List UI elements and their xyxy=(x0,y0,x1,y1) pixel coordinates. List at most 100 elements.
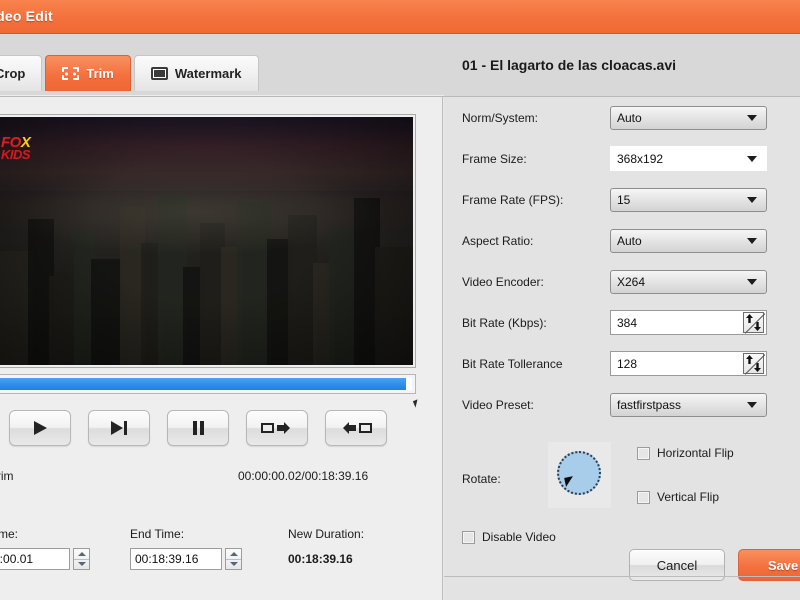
setting-row-aspect-ratio: Aspect Ratio: Auto xyxy=(444,220,800,261)
video-encoder-select[interactable]: X264 xyxy=(610,269,767,294)
vignette xyxy=(0,117,413,365)
chevron-down-icon xyxy=(747,196,757,203)
chevron-down-icon xyxy=(747,401,757,408)
horizontal-flip-label: Horizontal Flip xyxy=(657,446,734,460)
setting-row-bit-rate: Bit Rate (Kbps): 384 xyxy=(444,302,800,343)
setting-row-norm-system: Norm/System: Auto xyxy=(444,97,800,138)
aspect-ratio-label: Aspect Ratio: xyxy=(462,233,534,248)
end-time-input[interactable]: 00:18:39.16 xyxy=(130,548,222,570)
end-time-label: End Time: xyxy=(130,527,185,541)
rotate-dial-container xyxy=(548,442,611,508)
horizontal-flip-checkbox[interactable] xyxy=(637,446,650,460)
horizontal-flip-row[interactable]: Horizontal Flip xyxy=(637,446,734,460)
tab-trim[interactable]: Trim xyxy=(45,55,131,91)
frame-size-label: Frame Size: xyxy=(462,151,527,166)
setting-row-video-preset: Video Preset: fastfirstpass xyxy=(444,384,800,425)
new-duration-value: 00:18:39.16 xyxy=(288,552,353,566)
dialog-bottom-divider xyxy=(444,576,800,577)
logo-kids-text: KIDS xyxy=(1,147,31,162)
start-time-stepper[interactable] xyxy=(73,548,90,570)
video-preset-select[interactable]: fastfirstpass xyxy=(610,392,767,417)
vertical-flip-label: Vertical Flip xyxy=(657,490,720,504)
chevron-up-icon xyxy=(229,551,238,556)
seek-bar[interactable] xyxy=(0,374,416,394)
bit-rate-label: Bit Rate (Kbps): xyxy=(462,315,547,330)
chevron-down-icon xyxy=(747,278,757,285)
set-end-button[interactable] xyxy=(325,410,387,446)
new-duration-group: New Duration: 00:18:39.16 xyxy=(288,527,364,570)
bit-rate-stepper[interactable] xyxy=(743,312,764,333)
watermark-icon xyxy=(150,67,168,80)
norm-system-label: Norm/System: xyxy=(462,110,539,125)
norm-system-select[interactable]: Auto xyxy=(610,105,767,130)
setting-row-bit-rate-tolerance: Bit Rate Tollerance 128 xyxy=(444,343,800,384)
video-encoder-label: Video Encoder: xyxy=(462,274,544,289)
seek-track[interactable] xyxy=(0,378,412,390)
playback-position-text: 00:00:00.02/00:18:39.16 xyxy=(238,469,369,483)
frame-rate-select[interactable]: 15 xyxy=(610,187,767,212)
seek-progress-fill xyxy=(0,378,406,390)
rotate-dial[interactable] xyxy=(557,451,601,495)
transport-controls xyxy=(9,410,387,446)
disable-video-label: Disable Video xyxy=(482,530,556,544)
dialog-action-bar: Cancel Save xyxy=(444,549,800,595)
frame-rate-label: Frame Rate (FPS): xyxy=(462,192,564,207)
setting-row-frame-rate: Frame Rate (FPS): 15 xyxy=(444,179,800,220)
arrow-up-icon xyxy=(746,355,753,364)
start-time-input[interactable]: :00:00.01 xyxy=(0,548,70,570)
bit-rate-tolerance-value: 128 xyxy=(617,356,638,371)
bit-rate-tolerance-input[interactable]: 128 xyxy=(610,351,767,376)
video-preset-label: Video Preset: xyxy=(462,397,534,412)
next-frame-button[interactable] xyxy=(88,410,150,446)
frame-size-select[interactable]: 368x192 xyxy=(610,146,767,171)
arrow-down-icon xyxy=(754,363,761,372)
settings-pane: 01 - El lagarto de las cloacas.avi Norm/… xyxy=(444,34,800,600)
chevron-down-icon xyxy=(77,562,86,567)
tab-crop[interactable]: Crop xyxy=(0,55,43,91)
bit-rate-tolerance-stepper[interactable] xyxy=(743,353,764,374)
pause-button[interactable] xyxy=(167,410,229,446)
set-start-button[interactable] xyxy=(246,410,308,446)
tab-trim-label: Trim xyxy=(86,66,114,81)
aspect-ratio-value: Auto xyxy=(617,233,642,248)
bit-rate-input[interactable]: 384 xyxy=(610,310,767,335)
disable-video-row[interactable]: Disable Video xyxy=(462,530,556,544)
file-name-title: 01 - El lagarto de las cloacas.avi xyxy=(462,57,676,73)
vertical-flip-row[interactable]: Vertical Flip xyxy=(637,490,719,504)
start-time-label: rt Time: xyxy=(0,527,19,541)
chevron-down-icon xyxy=(229,562,238,567)
new-duration-label: New Duration: xyxy=(288,527,365,541)
chevron-down-icon xyxy=(747,237,757,244)
setting-row-video-encoder: Video Encoder: X264 xyxy=(444,261,800,302)
disable-video-checkbox[interactable] xyxy=(462,530,475,544)
arrow-down-icon xyxy=(754,322,761,331)
setting-row-frame-size: Frame Size: 368x192 xyxy=(444,138,800,179)
video-edit-window: ideo Edit Crop Trim Watermark xyxy=(0,0,800,600)
start-time-field-group: rt Time: :00:00.01 xyxy=(0,527,90,570)
mouse-cursor xyxy=(412,399,421,408)
tab-crop-label: Crop xyxy=(0,66,26,81)
play-button[interactable] xyxy=(9,410,71,446)
tab-watermark-label: Watermark xyxy=(174,66,242,81)
rotate-dial-handle-icon[interactable] xyxy=(564,476,575,487)
end-time-field-group: End Time: 00:18:39.16 xyxy=(130,527,242,570)
rotate-label: Rotate: xyxy=(462,472,501,486)
window-title-bar: ideo Edit xyxy=(0,0,800,34)
trim-section-label: Trim xyxy=(0,469,14,483)
aspect-ratio-select[interactable]: Auto xyxy=(610,228,767,253)
tab-watermark[interactable]: Watermark xyxy=(133,55,259,91)
video-preset-value: fastfirstpass xyxy=(617,397,682,412)
rotate-and-flip-block: Rotate: Horizontal Flip Vertical Flip Di… xyxy=(444,434,800,544)
video-preview-screen[interactable]: FOX KIDS xyxy=(0,117,413,365)
preview-pane: FOX KIDS im 00:00:00.02/00:18:39.16 me: … xyxy=(0,97,443,600)
video-encoder-value: X264 xyxy=(617,274,646,289)
video-preview-frame: FOX KIDS xyxy=(0,114,416,368)
file-title-bar: 01 - El lagarto de las cloacas.avi xyxy=(444,34,800,97)
end-time-stepper[interactable] xyxy=(225,548,242,570)
arrow-up-icon xyxy=(746,314,753,323)
bit-rate-tolerance-label: Bit Rate Tollerance xyxy=(462,356,563,371)
vertical-flip-checkbox[interactable] xyxy=(637,490,650,504)
fox-kids-logo: FOX KIDS xyxy=(1,135,31,162)
video-settings-form: Norm/System: Auto Frame Size: 368x192 Fr… xyxy=(444,97,800,425)
window-title: ideo Edit xyxy=(0,8,53,24)
